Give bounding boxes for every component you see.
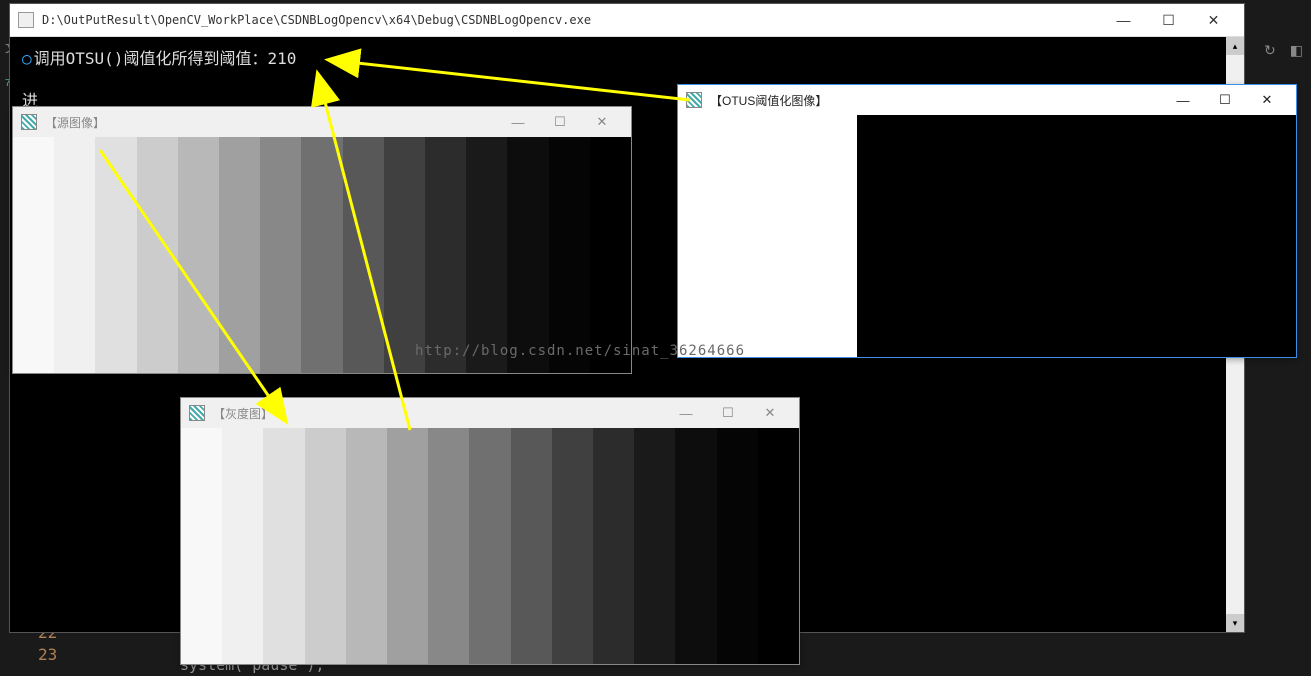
maximize-button[interactable]: ☐ [707, 399, 749, 427]
gradient-step [222, 428, 263, 664]
maximize-button[interactable]: ☐ [1146, 5, 1191, 35]
gradient-step [95, 137, 136, 373]
otsu-titlebar[interactable]: 【OTUS阈值化图像】 — ☐ ✕ [678, 85, 1296, 115]
gradient-step [387, 428, 428, 664]
info-icon: ○ [22, 49, 32, 68]
app-icon [18, 12, 34, 28]
gray-title: 【灰度图】 [213, 405, 665, 422]
gradient-step [511, 428, 552, 664]
close-button[interactable]: ✕ [749, 399, 791, 427]
gradient-step [384, 137, 425, 373]
gradient-step [425, 137, 466, 373]
watermark-text: http://blog.csdn.net/sinat_36264666 [415, 343, 745, 359]
gradient-step [305, 428, 346, 664]
gradient-step [346, 428, 387, 664]
otsu-title: 【OTUS阈值化图像】 [710, 92, 1162, 109]
window-controls: — ☐ ✕ [497, 108, 623, 136]
gradient-step [758, 428, 799, 664]
gray-image-window: 【灰度图】 — ☐ ✕ [180, 397, 800, 665]
gradient-step [263, 428, 304, 664]
scroll-down-button[interactable]: ▾ [1226, 614, 1244, 632]
black-region [857, 115, 1296, 357]
white-region [678, 115, 857, 357]
window-controls: — ☐ ✕ [665, 399, 791, 427]
scroll-up-button[interactable]: ▴ [1226, 37, 1244, 55]
gradient-step [181, 428, 222, 664]
otsu-image-window: 【OTUS阈值化图像】 — ☐ ✕ [677, 84, 1297, 358]
gradient-step [469, 428, 510, 664]
source-image-window: 【源图像】 — ☐ ✕ [12, 106, 632, 374]
minimize-button[interactable]: — [497, 108, 539, 136]
gradient-step [301, 137, 342, 373]
maximize-button[interactable]: ☐ [539, 108, 581, 136]
line-number: 23 [38, 644, 57, 666]
gradient-step [634, 428, 675, 664]
gradient-image [181, 428, 799, 664]
refresh-icon: ↻ [1264, 42, 1276, 59]
gradient-step [590, 137, 631, 373]
gradient-step [219, 137, 260, 373]
otsu-image-content [678, 115, 1296, 357]
ide-right-icons: ↻ ◧ [1264, 42, 1303, 59]
binary-image [678, 115, 1296, 357]
gradient-step [54, 137, 95, 373]
source-title: 【源图像】 [45, 114, 497, 131]
gradient-step [466, 137, 507, 373]
bookmark-icon: ◧ [1290, 42, 1303, 59]
gradient-step [717, 428, 758, 664]
gradient-step [552, 428, 593, 664]
source-titlebar[interactable]: 【源图像】 — ☐ ✕ [13, 107, 631, 137]
gradient-step [428, 428, 469, 664]
opencv-icon [686, 92, 702, 108]
gradient-image [13, 137, 631, 373]
gradient-step [507, 137, 548, 373]
opencv-icon [189, 405, 205, 421]
window-controls: — ☐ ✕ [1162, 86, 1288, 114]
console-titlebar[interactable]: D:\OutPutResult\OpenCV_WorkPlace\CSDNBLo… [10, 4, 1244, 37]
window-controls: — ☐ ✕ [1101, 5, 1236, 35]
gradient-step [593, 428, 634, 664]
gradient-step [343, 137, 384, 373]
minimize-button[interactable]: — [665, 399, 707, 427]
maximize-button[interactable]: ☐ [1204, 86, 1246, 114]
console-title: D:\OutPutResult\OpenCV_WorkPlace\CSDNBLo… [42, 13, 1101, 27]
gradient-step [137, 137, 178, 373]
gradient-step [549, 137, 590, 373]
minimize-button[interactable]: — [1101, 5, 1146, 35]
close-button[interactable]: ✕ [581, 108, 623, 136]
close-button[interactable]: ✕ [1246, 86, 1288, 114]
gray-titlebar[interactable]: 【灰度图】 — ☐ ✕ [181, 398, 799, 428]
console-line: 调用OTSU()阈值化所得到阈值：210 [34, 49, 297, 68]
gradient-step [675, 428, 716, 664]
minimize-button[interactable]: — [1162, 86, 1204, 114]
gradient-step [13, 137, 54, 373]
gradient-step [178, 137, 219, 373]
source-image-content [13, 137, 631, 373]
gradient-step [260, 137, 301, 373]
close-button[interactable]: ✕ [1191, 5, 1236, 35]
opencv-icon [21, 114, 37, 130]
gray-image-content [181, 428, 799, 664]
